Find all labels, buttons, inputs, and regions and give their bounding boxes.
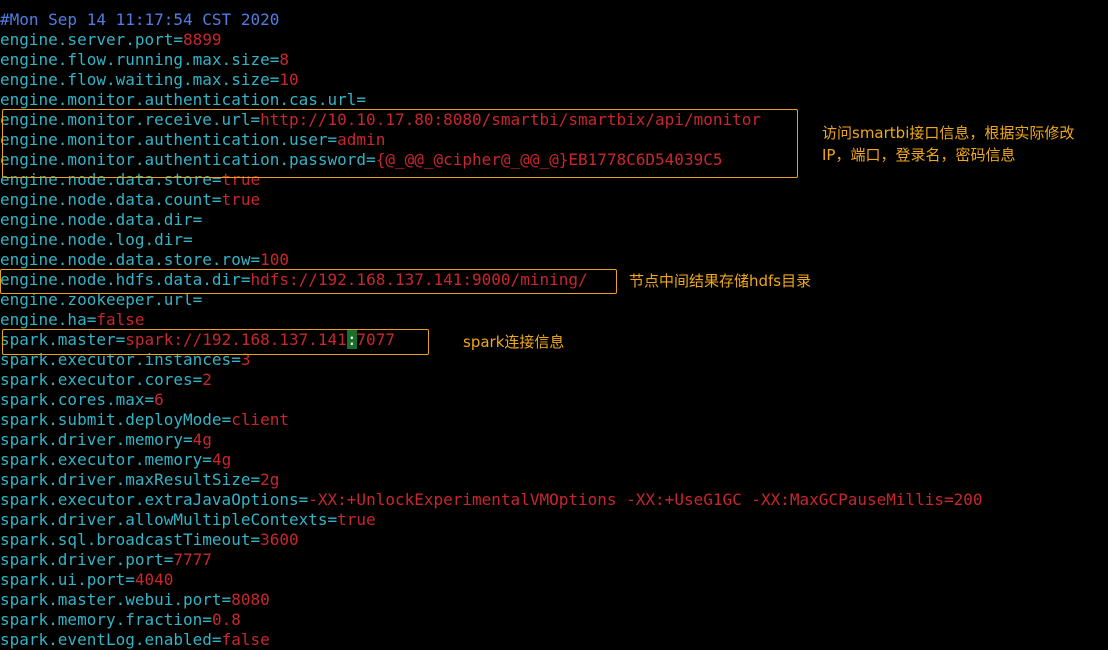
config-line[interactable]: spark.executor.cores=2 <box>0 370 212 390</box>
config-key: engine.flow.running.max.size <box>0 50 270 69</box>
equals-sign: = <box>269 70 280 89</box>
equals-sign: = <box>144 390 155 409</box>
config-key: spark.master.webui.port <box>0 590 222 609</box>
spark-highlight-box <box>2 329 429 355</box>
equals-sign: = <box>183 430 193 449</box>
monitor-note-line2: IP，端口，登录名，密码信息 <box>822 146 1016 164</box>
config-line[interactable]: spark.sql.broadcastTimeout=3600 <box>0 530 299 550</box>
config-value: 6 <box>154 390 164 409</box>
config-line[interactable]: engine.node.data.store.row=100 <box>0 250 289 270</box>
spark-note: spark连接信息 <box>463 333 565 351</box>
equals-sign: = <box>192 210 203 229</box>
equals-sign: = <box>125 570 135 589</box>
config-value: 0.8 <box>211 610 241 629</box>
config-line[interactable]: spark.master.webui.port=8080 <box>0 590 270 610</box>
config-line[interactable]: engine.node.data.count=true <box>0 190 260 210</box>
config-value: 4040 <box>134 570 174 589</box>
equals-sign: = <box>192 370 203 389</box>
hdfs-highlight-box <box>0 269 617 294</box>
config-line[interactable]: spark.executor.memory=4g <box>0 450 231 470</box>
config-value: 8899 <box>183 30 222 49</box>
config-key: spark.driver.allowMultipleContexts <box>0 510 328 529</box>
config-key: engine.flow.waiting.max.size <box>0 70 270 89</box>
equals-sign: = <box>356 90 367 109</box>
config-line[interactable]: spark.ui.port=4040 <box>0 570 173 590</box>
equals-sign: = <box>163 550 174 569</box>
config-key: spark.ui.port <box>0 570 126 589</box>
config-line[interactable]: spark.driver.maxResultSize=2g <box>0 470 279 490</box>
config-line[interactable]: engine.node.data.dir= <box>0 210 202 230</box>
config-line[interactable]: engine.node.log.dir= <box>0 230 193 250</box>
monitor-highlight-box <box>2 109 798 178</box>
config-value: client <box>231 410 289 429</box>
equals-sign: = <box>250 250 261 269</box>
config-value: true <box>221 190 261 209</box>
config-value: 10 <box>279 70 299 89</box>
header-comment: #Mon Sep 14 11:17:54 CST 2020 <box>0 10 280 29</box>
config-key: engine.server.port <box>0 30 174 49</box>
equals-sign: = <box>221 590 232 609</box>
config-key: spark.cores.max <box>0 390 145 409</box>
config-line[interactable]: spark.eventLog.enabled=false <box>0 630 270 650</box>
config-key: spark.eventLog.enabled <box>0 630 212 649</box>
config-line[interactable]: engine.ha=false <box>0 310 145 330</box>
config-value: 3600 <box>260 530 299 549</box>
config-key: spark.driver.port <box>0 550 164 569</box>
config-key: spark.sql.broadcastTimeout <box>0 530 251 549</box>
equals-sign: = <box>211 630 222 649</box>
config-key: spark.submit.deployMode <box>0 410 222 429</box>
config-key: spark.executor.memory <box>0 450 203 469</box>
equals-sign: = <box>86 310 97 329</box>
config-value: false <box>221 630 270 649</box>
equals-sign: = <box>183 230 193 249</box>
config-line[interactable]: spark.memory.fraction=0.8 <box>0 610 241 630</box>
config-value: 4g <box>211 450 232 469</box>
config-key: engine.node.log.dir <box>0 230 184 249</box>
config-key: engine.monitor.authentication.cas.url <box>0 90 357 109</box>
equals-sign: = <box>202 610 212 629</box>
config-value: 2g <box>260 470 280 489</box>
equals-sign: = <box>250 530 261 549</box>
config-line[interactable]: spark.driver.allowMultipleContexts=true <box>0 510 376 530</box>
config-key: spark.driver.maxResultSize <box>0 470 251 489</box>
config-value: false <box>96 310 145 329</box>
terminal-window[interactable]: #Mon Sep 14 11:17:54 CST 2020 engine.ser… <box>0 0 1108 650</box>
config-line[interactable]: spark.executor.extraJavaOptions=-XX:+Unl… <box>0 490 983 510</box>
equals-sign: = <box>269 50 280 69</box>
config-value: 4g <box>192 430 212 449</box>
config-key: engine.node.data.count <box>0 190 212 209</box>
config-key: spark.driver.memory <box>0 430 184 449</box>
equals-sign: = <box>298 490 309 509</box>
config-line[interactable]: spark.submit.deployMode=client <box>0 410 289 430</box>
equals-sign: = <box>202 450 212 469</box>
config-key: spark.executor.extraJavaOptions <box>0 490 299 509</box>
config-value: 2 <box>202 370 212 389</box>
config-line[interactable]: spark.driver.memory=4g <box>0 430 212 450</box>
monitor-note-line1: 访问smartbi接口信息，根据实际修改 <box>822 124 1075 142</box>
config-value: 8 <box>279 50 289 69</box>
config-line[interactable]: spark.cores.max=6 <box>0 390 164 410</box>
config-key: engine.node.data.dir <box>0 210 193 229</box>
equals-sign: = <box>327 510 338 529</box>
equals-sign: = <box>173 30 184 49</box>
config-line[interactable]: engine.server.port=8899 <box>0 30 222 50</box>
config-line[interactable]: spark.driver.port=7777 <box>0 550 212 570</box>
config-key: spark.memory.fraction <box>0 610 203 629</box>
config-key: engine.ha <box>0 310 87 329</box>
config-line[interactable]: engine.flow.running.max.size=8 <box>0 50 289 70</box>
config-line[interactable]: engine.monitor.authentication.cas.url= <box>0 90 366 110</box>
config-value: 8080 <box>231 590 270 609</box>
config-key: spark.executor.cores <box>0 370 193 389</box>
config-value: 100 <box>260 250 289 269</box>
config-value: -XX:+UnlockExperimentalVMOptions -XX:+Us… <box>308 490 983 509</box>
equals-sign: = <box>211 190 222 209</box>
hdfs-note: 节点中间结果存储hdfs目录 <box>629 272 812 290</box>
config-line[interactable]: engine.flow.waiting.max.size=10 <box>0 70 299 90</box>
config-value: 7777 <box>173 550 212 569</box>
config-key: engine.node.data.store.row <box>0 250 251 269</box>
equals-sign: = <box>221 410 232 429</box>
config-value: true <box>337 510 376 529</box>
equals-sign: = <box>250 470 261 489</box>
